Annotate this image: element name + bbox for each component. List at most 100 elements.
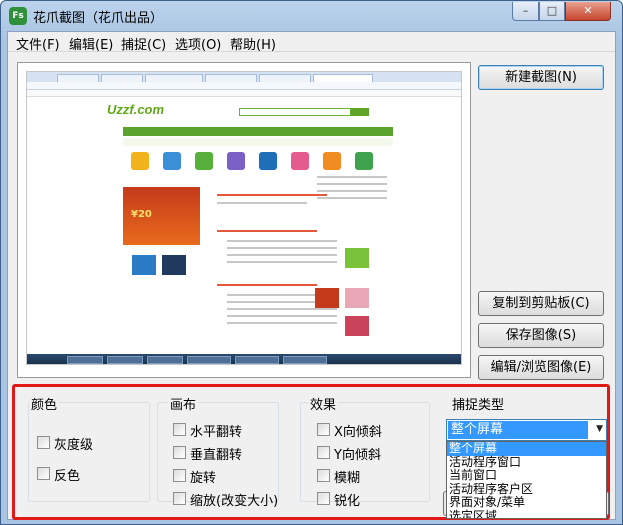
preview-tab [101, 74, 143, 82]
preview-task-button [235, 356, 279, 364]
app-logo-icon: Fs [9, 7, 27, 25]
checkbox-label: 旋转 [190, 471, 217, 486]
minimize-button[interactable]: – [512, 2, 539, 21]
preview-search-box [239, 108, 351, 116]
preview-text-line [227, 322, 337, 324]
preview-text-line [227, 247, 337, 249]
checkbox-label: 水平翻转 [190, 425, 243, 440]
checkbox-box[interactable] [317, 469, 330, 482]
checkbox-label: 模糊 [334, 471, 361, 486]
capture-option-full-screen[interactable]: 整个屏幕 [447, 442, 606, 456]
window-title: 花爪截图（花爪出品） [33, 11, 164, 26]
preview-text-line [227, 261, 337, 263]
capture-option-selected-region[interactable]: 选定区域 [447, 510, 606, 518]
new-capture-button[interactable]: 新建截图(N) [478, 65, 604, 90]
capture-option-ui-object[interactable]: 界面对象/菜单 [447, 496, 606, 510]
capture-option-current-window[interactable]: 当前窗口 [447, 469, 606, 483]
checkbox-box[interactable] [173, 492, 186, 505]
preview-site-nav [123, 127, 393, 136]
checkbox-label: 反色 [54, 469, 81, 484]
preview-favorites-bar [27, 90, 461, 97]
preview-text-line [317, 176, 387, 178]
preview-search-button [351, 108, 369, 116]
preview-text-line [317, 197, 387, 199]
preview-app-icon [163, 152, 181, 170]
capture-type-title: 捕捉类型 [450, 394, 507, 413]
checkbox-label: Y向倾斜 [334, 448, 381, 463]
preview-thumbnail [345, 248, 369, 268]
canvas-group-title: 画布 [168, 394, 199, 413]
preview-task-button [187, 356, 231, 364]
menu-file[interactable]: 文件(F) [16, 34, 60, 53]
preview-text-line [227, 308, 337, 310]
preview-text-line [317, 183, 387, 185]
preview-text-line [317, 190, 387, 192]
preview-task-button [147, 356, 183, 364]
edit-browse-image-button[interactable]: 编辑/浏览图像(E) [478, 355, 604, 380]
checkbox-box[interactable] [317, 492, 330, 505]
client-area: 文件(F) 编辑(E) 捕捉(C) 选项(O) 帮助(H) Uzzf.com ¥… [7, 31, 616, 520]
preview-tab [259, 74, 311, 82]
captured-screenshot-image: Uzzf.com ¥20 [26, 71, 462, 365]
capture-preview-panel: Uzzf.com ¥20 [17, 62, 471, 378]
preview-app-icon [227, 152, 245, 170]
chevron-down-icon[interactable]: ▼ [596, 424, 603, 434]
preview-banner-text: ¥20 [131, 209, 152, 220]
capture-type-selected-value: 整个屏幕 [448, 421, 588, 439]
preview-app-icon [355, 152, 373, 170]
preview-thumbnail [162, 255, 186, 275]
checkbox-label: 垂直翻转 [190, 448, 243, 463]
preview-task-button [67, 356, 103, 364]
preview-headline [217, 284, 317, 286]
preview-site-subnav [123, 138, 393, 146]
preview-app-icon [259, 152, 277, 170]
checkbox-box[interactable] [37, 436, 50, 449]
preview-app-icon [323, 152, 341, 170]
preview-text-line [227, 240, 337, 242]
preview-browser-tabs [27, 72, 461, 82]
preview-tab [57, 74, 99, 82]
checkbox-label: 灰度级 [54, 438, 94, 453]
capture-type-dropdown-list: 整个屏幕 活动程序窗口 当前窗口 活动程序客户区 界面对象/菜单 选定区域 [446, 441, 607, 519]
title-bar[interactable]: Fs 花爪截图（花爪出品） – □ ✕ [1, 1, 622, 31]
checkbox-box[interactable] [317, 446, 330, 459]
checkbox-label: 缩放(改变大小) [190, 494, 279, 509]
preview-headline [217, 230, 317, 232]
menu-capture[interactable]: 捕捉(C) [121, 34, 166, 53]
menu-options[interactable]: 选项(O) [175, 34, 221, 53]
copy-to-clipboard-button[interactable]: 复制到剪贴板(C) [478, 291, 604, 316]
preview-app-icon [131, 152, 149, 170]
preview-text-line [227, 315, 337, 317]
preview-app-icon [291, 152, 309, 170]
checkbox-label: X向倾斜 [334, 425, 382, 440]
app-window: Fs 花爪截图（花爪出品） – □ ✕ 文件(F) 编辑(E) 捕捉(C) 选项… [0, 0, 623, 525]
preview-thumbnail [345, 288, 369, 308]
menu-help[interactable]: 帮助(H) [230, 34, 276, 53]
checkbox-box[interactable] [173, 423, 186, 436]
checkbox-box[interactable] [173, 469, 186, 482]
effects-group-title: 效果 [308, 394, 339, 413]
preview-app-icon [195, 152, 213, 170]
checkbox-box[interactable] [173, 446, 186, 459]
capture-option-client-area[interactable]: 活动程序客户区 [447, 482, 606, 497]
checkbox-label: 锐化 [334, 494, 361, 509]
preview-text-line [227, 254, 337, 256]
checkbox-box[interactable] [317, 423, 330, 436]
preview-thumbnail [315, 288, 339, 308]
capture-type-select[interactable]: 整个屏幕 ▼ [446, 419, 607, 441]
save-image-button[interactable]: 保存图像(S) [478, 323, 604, 348]
preview-tab [145, 74, 203, 82]
checkbox-box[interactable] [37, 467, 50, 480]
preview-taskbar [27, 354, 461, 364]
preview-task-button [283, 356, 327, 364]
preview-thumbnail [345, 316, 369, 336]
preview-address-bar [27, 82, 461, 90]
close-button[interactable]: ✕ [565, 2, 611, 21]
preview-thumbnail [132, 255, 156, 275]
preview-tab [205, 74, 257, 82]
maximize-button[interactable]: □ [539, 2, 565, 21]
menu-bar: 文件(F) 编辑(E) 捕捉(C) 选项(O) 帮助(H) [8, 32, 615, 53]
menu-edit[interactable]: 编辑(E) [69, 34, 113, 53]
options-panel: 颜色 灰度级 反色 画布 水平翻转 垂直翻转 旋转 缩放(改变大小) 效果 X向… [12, 384, 610, 520]
preview-site-logo: Uzzf.com [107, 102, 165, 117]
